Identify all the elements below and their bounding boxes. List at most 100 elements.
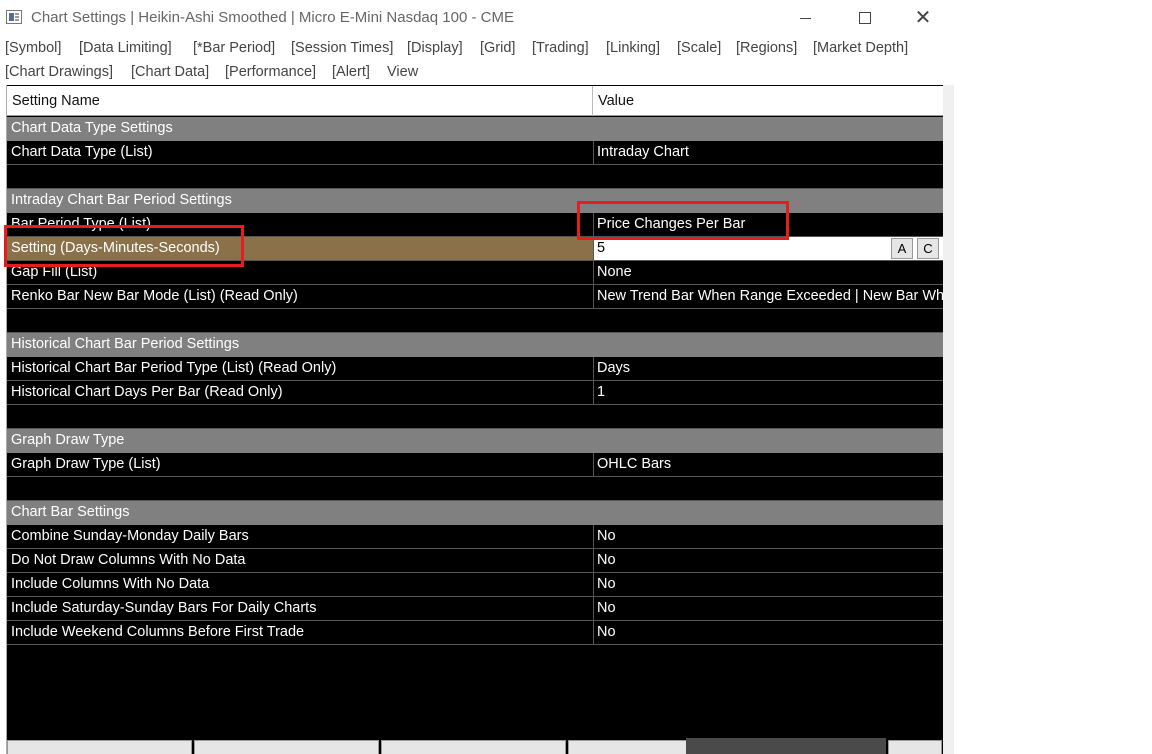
cancel-button[interactable] [194, 740, 379, 754]
setting-row[interactable]: Gap Fill (List) None [7, 261, 943, 285]
tab-trading[interactable]: [Trading] [532, 40, 589, 56]
setting-value-text: No [597, 528, 616, 544]
spacer-row [7, 165, 943, 189]
setting-row[interactable]: Combine Sunday-Monday Daily Bars No [7, 525, 943, 549]
setting-value-cell[interactable]: Intraday Chart [593, 141, 943, 165]
spacer-row [7, 309, 943, 333]
setting-name-cell[interactable]: Chart Data Type (List) [7, 141, 593, 165]
section-header-row[interactable]: Intraday Chart Bar Period Settings [7, 189, 943, 213]
help-button[interactable] [381, 740, 566, 754]
setting-name-cell[interactable]: Gap Fill (List) [7, 261, 593, 285]
app-icon [6, 10, 22, 24]
grid-header: Setting Name Value [7, 86, 943, 116]
setting-name-cell[interactable]: Historical Chart Days Per Bar (Read Only… [7, 381, 593, 405]
tab-alert[interactable]: [Alert] [332, 64, 370, 80]
setting-row[interactable]: Renko Bar New Bar Mode (List) (Read Only… [7, 285, 943, 309]
tab-bar-period[interactable]: [*Bar Period] [193, 40, 275, 56]
setting-value-cell[interactable]: No [593, 621, 943, 645]
setting-row[interactable]: Include Columns With No Data No [7, 573, 943, 597]
setting-value-cell[interactable]: Days [593, 357, 943, 381]
setting-value-cell[interactable]: No [593, 525, 943, 549]
setting-value-cell[interactable]: OHLC Bars [593, 453, 943, 477]
close-icon: ✕ [914, 7, 932, 29]
cancel-edit-button[interactable]: C [917, 238, 939, 259]
setting-name-cell[interactable]: Graph Draw Type (List) [7, 453, 593, 477]
setting-value-text: 1 [597, 384, 606, 400]
section-title: Chart Bar Settings [7, 501, 943, 525]
taskbar-overlay [686, 738, 886, 754]
setting-name-cell[interactable]: Include Weekend Columns Before First Tra… [7, 621, 593, 645]
setting-name-cell[interactable]: Bar Period Type (List) [7, 213, 593, 237]
setting-value-input[interactable]: 5 AC [593, 237, 943, 261]
tab-chart-data[interactable]: [Chart Data] [131, 64, 209, 80]
minimize-button[interactable] [780, 4, 830, 32]
setting-row[interactable]: Historical Chart Days Per Bar (Read Only… [7, 381, 943, 405]
maximize-button[interactable] [840, 4, 890, 32]
close-button[interactable]: ✕ [898, 4, 948, 32]
setting-row[interactable]: Setting (Days-Minutes-Seconds) 5 A C [7, 237, 943, 261]
setting-value-text: No [597, 552, 616, 568]
tab-performance[interactable]: [Performance] [225, 64, 316, 80]
section-title: Intraday Chart Bar Period Settings [7, 189, 943, 213]
tab-linking[interactable]: [Linking] [606, 40, 660, 56]
setting-value-text: New Trend Bar When Range Exceeded | New … [597, 288, 943, 304]
tab-data-limiting[interactable]: [Data Limiting] [79, 40, 172, 56]
tab-grid[interactable]: [Grid] [480, 40, 515, 56]
maximize-icon [859, 12, 871, 24]
setting-row[interactable]: Historical Chart Bar Period Type (List) … [7, 357, 943, 381]
setting-value-cell[interactable]: No [593, 549, 943, 573]
ok-button[interactable] [7, 740, 192, 754]
tab-market-depth[interactable]: [Market Depth] [813, 40, 908, 56]
setting-name-cell[interactable]: Include Saturday-Sunday Bars For Daily C… [7, 597, 593, 621]
setting-value-text: Intraday Chart [597, 144, 689, 160]
extra-button[interactable] [888, 740, 942, 754]
setting-value-text: 5 [597, 240, 606, 256]
tab-symbol[interactable]: [Symbol] [5, 40, 61, 56]
setting-value-cell[interactable]: New Trend Bar When Range Exceeded | New … [593, 285, 943, 309]
spacer-cell [7, 165, 943, 189]
setting-name-cell[interactable]: Include Columns With No Data [7, 573, 593, 597]
setting-row[interactable]: Include Saturday-Sunday Bars For Daily C… [7, 597, 943, 621]
setting-name-cell[interactable]: Historical Chart Bar Period Type (List) … [7, 357, 593, 381]
accept-button[interactable]: A [891, 238, 913, 259]
setting-value-text: Price Changes Per Bar [597, 216, 746, 232]
setting-name-cell[interactable]: Renko Bar New Bar Mode (List) (Read Only… [7, 285, 593, 309]
column-header-setting-name[interactable]: Setting Name [7, 86, 593, 116]
spacer-row [7, 477, 943, 501]
section-header-row[interactable]: Historical Chart Bar Period Settings [7, 333, 943, 357]
setting-row[interactable]: Chart Data Type (List) Intraday Chart [7, 141, 943, 165]
window-title: Chart Settings | Heikin-Ashi Smoothed | … [31, 9, 514, 26]
tab-regions[interactable]: [Regions] [736, 40, 797, 56]
setting-name-cell[interactable]: Combine Sunday-Monday Daily Bars [7, 525, 593, 549]
setting-value-text: None [597, 264, 632, 280]
column-header-value[interactable]: Value [593, 86, 943, 116]
spacer-row [7, 405, 943, 429]
spacer-cell [7, 405, 943, 429]
tab-scale[interactable]: [Scale] [677, 40, 721, 56]
section-header-row[interactable]: Graph Draw Type [7, 429, 943, 453]
tab-chart-drawings[interactable]: [Chart Drawings] [5, 64, 113, 80]
setting-name-cell[interactable]: Do Not Draw Columns With No Data [7, 549, 593, 573]
setting-row[interactable]: Include Weekend Columns Before First Tra… [7, 621, 943, 645]
section-title: Chart Data Type Settings [7, 117, 943, 141]
section-title: Graph Draw Type [7, 429, 943, 453]
setting-name-cell[interactable]: Setting (Days-Minutes-Seconds) [7, 237, 593, 261]
section-title: Historical Chart Bar Period Settings [7, 333, 943, 357]
setting-value-cell[interactable]: None [593, 261, 943, 285]
setting-row[interactable]: Bar Period Type (List) Price Changes Per … [7, 213, 943, 237]
setting-value-text: OHLC Bars [597, 456, 672, 472]
setting-value-cell[interactable]: Price Changes Per Bar [593, 213, 943, 237]
tab-view[interactable]: View [387, 64, 418, 80]
spacer-cell [7, 309, 943, 333]
spacer-cell [7, 477, 943, 501]
title-bar: Chart Settings | Heikin-Ashi Smoothed | … [0, 0, 1152, 36]
setting-row[interactable]: Do Not Draw Columns With No Data No [7, 549, 943, 573]
tab-session-times[interactable]: [Session Times] [291, 40, 393, 56]
section-header-row[interactable]: Chart Data Type Settings [7, 117, 943, 141]
setting-value-cell[interactable]: No [593, 597, 943, 621]
tab-display[interactable]: [Display] [407, 40, 463, 56]
setting-value-cell[interactable]: 1 [593, 381, 943, 405]
section-header-row[interactable]: Chart Bar Settings [7, 501, 943, 525]
setting-row[interactable]: Graph Draw Type (List) OHLC Bars [7, 453, 943, 477]
setting-value-cell[interactable]: No [593, 573, 943, 597]
